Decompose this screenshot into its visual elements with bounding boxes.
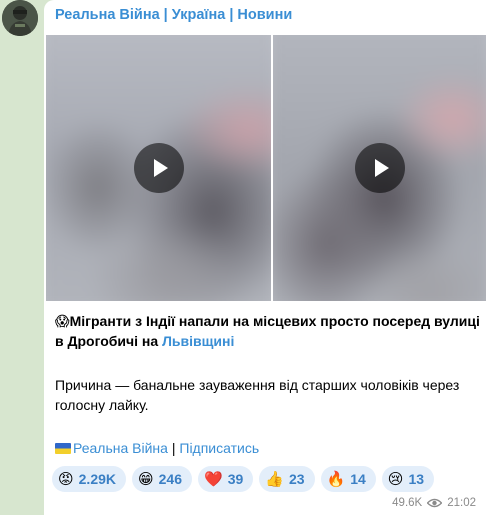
headline-link[interactable]: Львівщині <box>162 333 234 349</box>
reaction-cry[interactable]: 😢 13 <box>381 466 435 492</box>
channel-avatar[interactable] <box>2 0 38 36</box>
play-icon <box>374 159 389 177</box>
reaction-angry[interactable]: 😡 2.29K <box>52 466 126 492</box>
grinning-face-icon: 😁 <box>138 470 154 488</box>
thumbs-up-icon: 👍 <box>265 470 284 488</box>
play-icon <box>153 159 168 177</box>
reaction-count: 13 <box>408 471 425 487</box>
reaction-count: 23 <box>288 471 305 487</box>
footer-separator: | <box>167 440 180 456</box>
post-footer: Реальна Війна | Підписатись <box>55 438 480 458</box>
reaction-count: 14 <box>350 471 366 487</box>
ukraine-flag-icon <box>55 443 71 454</box>
play-button[interactable] <box>133 143 184 193</box>
eye-icon <box>427 498 443 508</box>
reaction-fire[interactable]: 🔥 14 <box>320 466 376 492</box>
message-time: 21:02 <box>447 497 476 509</box>
video-thumbnail-1[interactable] <box>46 35 271 301</box>
channel-title[interactable]: Реальна Війна | Україна | Новини <box>55 7 292 23</box>
reaction-grin[interactable]: 😁 246 <box>132 466 192 492</box>
red-heart-icon: ❤️ <box>204 470 223 488</box>
subscribe-link[interactable]: Підписатись <box>179 440 259 456</box>
post-headline: 😱Мігранти з Індії напали на місцевих про… <box>55 311 480 351</box>
angry-face-icon: 😡 <box>58 470 74 488</box>
headline-text: Мігранти з Індії напали на місцевих прос… <box>55 313 480 349</box>
scream-emoji-icon: 😱 <box>55 313 70 329</box>
channel-link[interactable]: Реальна Війна <box>73 440 168 456</box>
fire-icon: 🔥 <box>326 470 346 488</box>
play-button[interactable] <box>354 143 405 193</box>
soldier-avatar-icon <box>2 0 38 36</box>
view-count: 49.6K <box>392 497 423 509</box>
post-body: Причина — банальне зауваження від старши… <box>55 377 460 413</box>
reactions-bar: 😡 2.29K 😁 246 ❤️ 39 👍 23 🔥 14 😢 13 <box>52 466 435 492</box>
reaction-count: 2.29K <box>78 471 116 487</box>
reaction-count: 246 <box>158 471 182 487</box>
crying-face-icon: 😢 <box>387 470 404 488</box>
video-thumbnail-2[interactable] <box>273 35 486 301</box>
message-meta: 49.6K 21:02 <box>392 497 476 509</box>
reaction-thumbs-up[interactable]: 👍 23 <box>259 466 315 492</box>
reaction-heart[interactable]: ❤️ 39 <box>198 466 254 492</box>
message-bubble: Реальна Війна | Україна | Новини 😱Мігран… <box>44 0 488 515</box>
reaction-count: 39 <box>227 471 244 487</box>
